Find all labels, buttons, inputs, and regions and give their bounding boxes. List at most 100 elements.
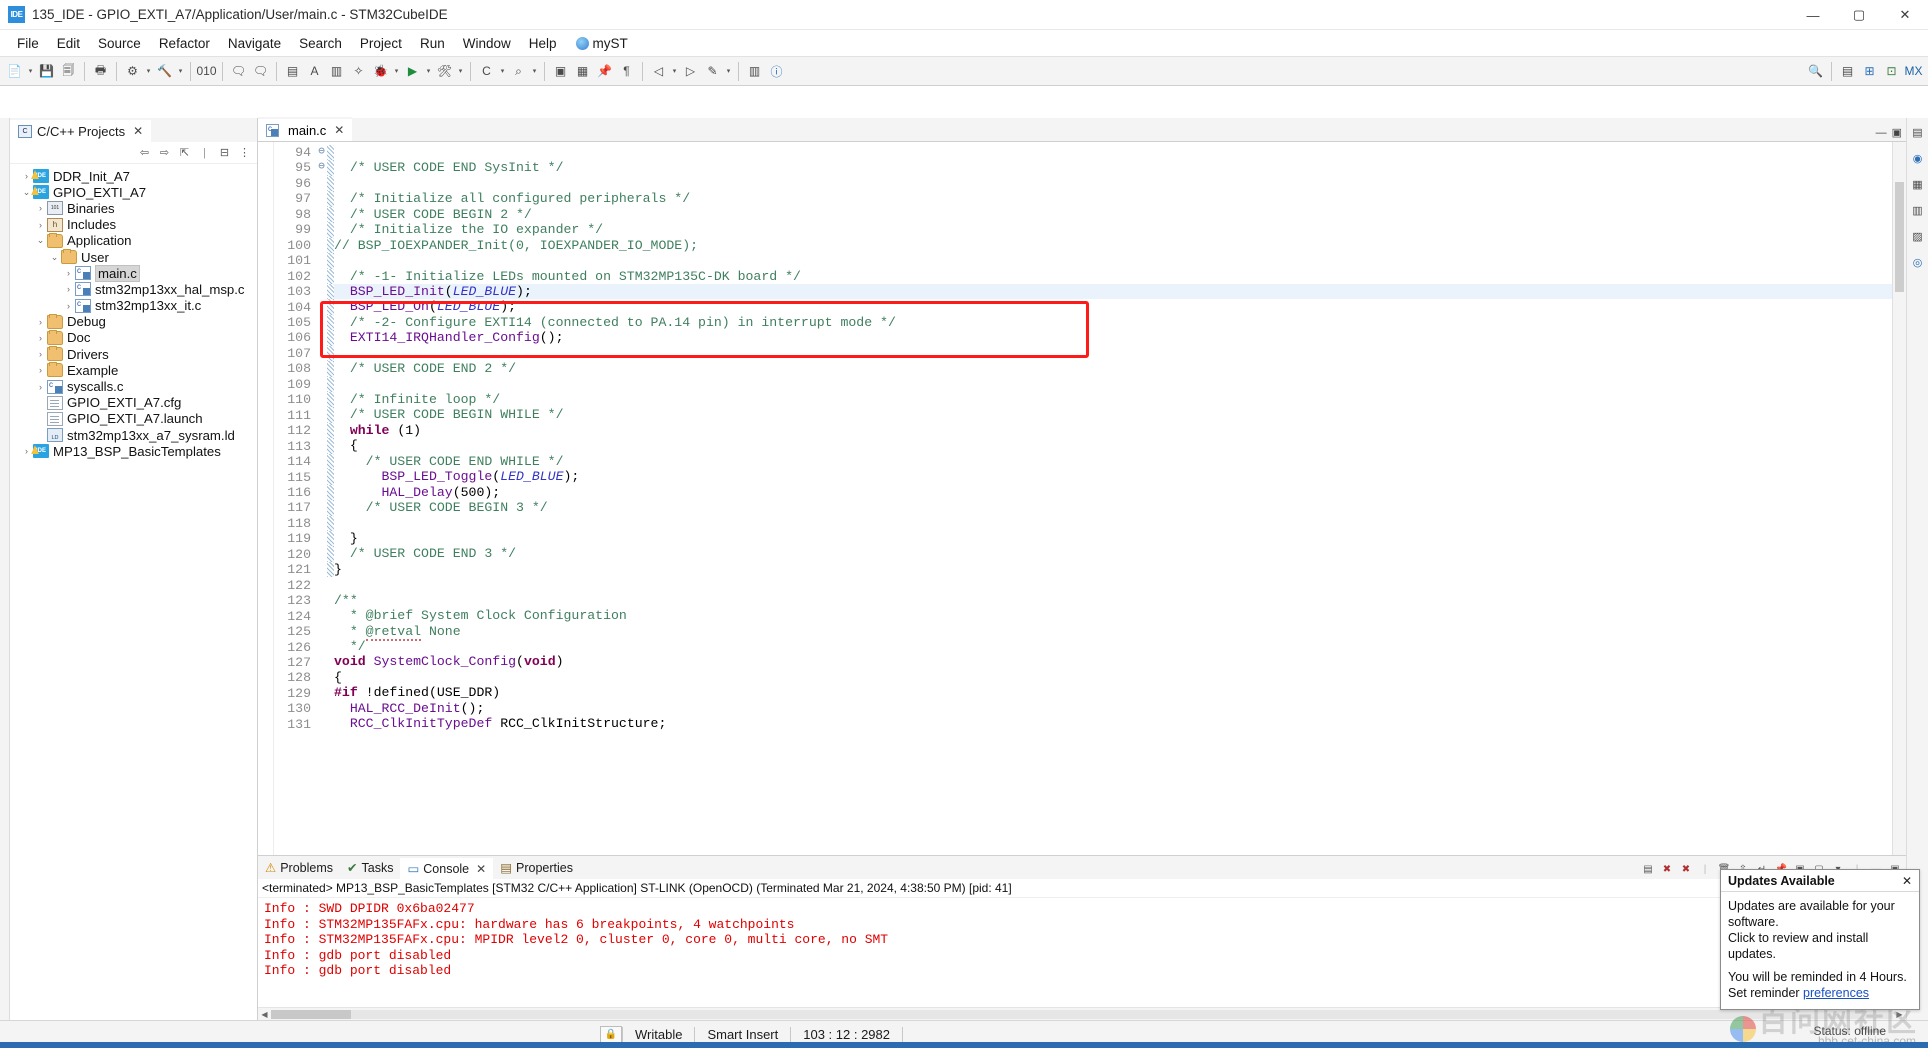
code-line[interactable]: #if !defined(USE_DDR) bbox=[334, 685, 1892, 700]
tree-item-mp13-bsp-basictemplates[interactable]: ›MP13_BSP_BasicTemplates bbox=[10, 443, 257, 459]
tree-item-gpio-exti-a7[interactable]: ⌄GPIO_EXTI_A7 bbox=[10, 184, 257, 200]
tree-item-example[interactable]: ›Example bbox=[10, 362, 257, 378]
tab-c-cpp-projects[interactable]: C C/C++ Projects ✕ bbox=[10, 118, 151, 142]
code-line[interactable]: /* USER CODE END 2 */ bbox=[334, 361, 1892, 376]
menu-source[interactable]: Source bbox=[89, 33, 150, 54]
tab-problems[interactable]: ⚠ Problems bbox=[258, 856, 340, 879]
last-edit-icon[interactable]: ✎ bbox=[702, 60, 723, 82]
pin-icon[interactable]: 📌 bbox=[594, 60, 615, 82]
remove-all-terminated-icon[interactable]: ✖ bbox=[1678, 860, 1694, 878]
forward-nav-icon[interactable]: ▷ bbox=[680, 60, 701, 82]
tree-item-stm32mp13xx-a7-sysram-ld[interactable]: stm32mp13xx_a7_sysram.ld bbox=[10, 427, 257, 443]
code-line[interactable]: EXTI14_IRQHandler_Config(); bbox=[334, 330, 1892, 345]
quick-access-search-icon[interactable]: 🔍 bbox=[1805, 60, 1826, 82]
memory-icon[interactable]: ▦ bbox=[572, 60, 593, 82]
open-perspective-icon[interactable]: ▤ bbox=[1837, 60, 1858, 82]
code-line[interactable]: /* Initialize all configured peripherals… bbox=[334, 191, 1892, 206]
code-line[interactable]: // BSP_IOEXPANDER_Init(0, IOEXPANDER_IO_… bbox=[334, 238, 1892, 253]
menu-window[interactable]: Window bbox=[454, 33, 520, 54]
menu-search[interactable]: Search bbox=[290, 33, 351, 54]
expand-icon[interactable]: › bbox=[62, 301, 75, 311]
new-file-icon[interactable]: 📄 bbox=[4, 60, 25, 82]
back-nav-dropdown-icon[interactable]: ▾ bbox=[670, 60, 679, 82]
external-tools-icon[interactable]: 🛠 bbox=[434, 60, 455, 82]
back-nav-icon[interactable]: ◁ bbox=[648, 60, 669, 82]
info-icon[interactable]: ⓘ bbox=[766, 60, 787, 82]
code-line[interactable] bbox=[334, 145, 1892, 160]
console-output[interactable]: Info : SWD DPIDR 0x6ba02477Info : STM32M… bbox=[258, 898, 1906, 1007]
fold-toggle-icon[interactable]: ⊖ bbox=[316, 145, 327, 160]
code-line[interactable]: /* USER CODE BEGIN WHILE */ bbox=[334, 407, 1892, 422]
close-icon[interactable]: ✕ bbox=[473, 862, 486, 876]
menu-file[interactable]: File bbox=[8, 33, 48, 54]
close-icon[interactable]: ✕ bbox=[331, 123, 344, 137]
maximize-editor-icon[interactable]: ▣ bbox=[1892, 126, 1902, 139]
hammer-build-icon[interactable]: 🔨 bbox=[154, 60, 175, 82]
myst-account-button[interactable]: myST bbox=[566, 36, 628, 51]
preferences-link[interactable]: preferences bbox=[1803, 986, 1869, 1000]
tree-item-ddr-init-a7[interactable]: ›DDR_Init_A7 bbox=[10, 168, 257, 184]
build-targets-icon[interactable]: ◉ bbox=[1909, 150, 1926, 167]
minimize-editor-icon[interactable]: — bbox=[1876, 127, 1887, 139]
debug-icon[interactable]: 🐞 bbox=[370, 60, 391, 82]
tab-main-c[interactable]: main.c ✕ bbox=[258, 117, 352, 141]
code-line[interactable]: /* -2- Configure EXTI14 (connected to PA… bbox=[334, 315, 1892, 330]
tree-item-syscalls-c[interactable]: ›syscalls.c bbox=[10, 378, 257, 394]
close-button[interactable]: ✕ bbox=[1882, 0, 1928, 30]
scrollbar-thumb[interactable] bbox=[271, 1010, 351, 1019]
menu-edit[interactable]: Edit bbox=[48, 33, 89, 54]
comment-icon[interactable]: 🗨 bbox=[228, 60, 249, 82]
run-icon[interactable]: ▶ bbox=[402, 60, 423, 82]
code-line[interactable] bbox=[334, 577, 1892, 592]
tree-item-stm32mp13xx-it-c[interactable]: ›stm32mp13xx_it.c bbox=[10, 298, 257, 314]
code-line[interactable]: /* -1- Initialize LEDs mounted on STM32M… bbox=[334, 269, 1892, 284]
menu-navigate[interactable]: Navigate bbox=[219, 33, 290, 54]
code-line[interactable]: * @brief System Clock Configuration bbox=[334, 608, 1892, 623]
perspective-icon[interactable]: ▣ bbox=[550, 60, 571, 82]
close-icon[interactable]: ✕ bbox=[130, 124, 143, 138]
code-line[interactable]: void SystemClock_Config(void) bbox=[334, 654, 1892, 669]
expand-icon[interactable]: › bbox=[34, 203, 47, 213]
expand-icon[interactable]: › bbox=[34, 220, 47, 230]
code-line[interactable]: { bbox=[334, 438, 1892, 453]
menu-refactor[interactable]: Refactor bbox=[150, 33, 219, 54]
fold-toggle-icon[interactable]: ⊖ bbox=[316, 160, 327, 175]
mark-occurrences-icon[interactable]: A bbox=[304, 60, 325, 82]
last-edit-dropdown-icon[interactable]: ▾ bbox=[724, 60, 733, 82]
expand-icon[interactable]: › bbox=[34, 365, 47, 375]
expand-collapse-icon[interactable]: ⌄ bbox=[20, 187, 33, 198]
code-line[interactable] bbox=[334, 346, 1892, 361]
tree-item-drivers[interactable]: ›Drivers bbox=[10, 346, 257, 362]
code-line[interactable]: } bbox=[334, 531, 1892, 546]
save-icon[interactable]: 💾 bbox=[36, 60, 57, 82]
code-line[interactable]: BSP_LED_Init(LED_BLUE); bbox=[334, 284, 1892, 299]
new-dropdown-icon[interactable]: ▾ bbox=[26, 60, 35, 82]
expand-icon[interactable]: › bbox=[62, 268, 75, 278]
expand-icon[interactable]: › bbox=[34, 349, 47, 359]
collapse-all-icon[interactable]: ⊟ bbox=[216, 144, 233, 161]
updates-available-popup[interactable]: Updates Available ✕ Updates are availabl… bbox=[1720, 869, 1920, 1010]
project-tree[interactable]: ›DDR_Init_A7⌄GPIO_EXTI_A7›Binaries›Inclu… bbox=[10, 164, 257, 1020]
code-line[interactable]: HAL_Delay(500); bbox=[334, 485, 1892, 500]
tab-properties[interactable]: ▤ Properties bbox=[493, 856, 580, 879]
tree-item-gpio-exti-a7-launch[interactable]: GPIO_EXTI_A7.launch bbox=[10, 411, 257, 427]
code-line[interactable]: /* USER CODE END WHILE */ bbox=[334, 454, 1892, 469]
code-line[interactable]: /* USER CODE BEGIN 2 */ bbox=[334, 207, 1892, 222]
search-declaration-icon[interactable]: ⌕ bbox=[508, 60, 529, 82]
tree-item-gpio-exti-a7-cfg[interactable]: GPIO_EXTI_A7.cfg bbox=[10, 395, 257, 411]
folding-ruler[interactable]: ⊖⊖ bbox=[316, 142, 327, 855]
code-line[interactable]: HAL_RCC_DeInit(); bbox=[334, 701, 1892, 716]
open-element-icon[interactable]: ▤ bbox=[282, 60, 303, 82]
code-line[interactable]: /* Infinite loop */ bbox=[334, 392, 1892, 407]
link-with-editor-icon[interactable]: ⇱ bbox=[176, 144, 193, 161]
expand-icon[interactable]: › bbox=[20, 171, 33, 181]
help-view-icon[interactable]: ◎ bbox=[1909, 254, 1926, 271]
back-icon[interactable]: ⇦ bbox=[136, 144, 153, 161]
expand-icon[interactable]: › bbox=[20, 446, 33, 456]
print-icon[interactable]: 🖶 bbox=[90, 60, 111, 82]
run-dropdown-icon[interactable]: ▾ bbox=[424, 60, 433, 82]
tree-item-application[interactable]: ⌄Application bbox=[10, 233, 257, 249]
code-line[interactable]: /* USER CODE BEGIN 3 */ bbox=[334, 500, 1892, 515]
tree-item-doc[interactable]: ›Doc bbox=[10, 330, 257, 346]
code-line[interactable]: /* Initialize the IO expander */ bbox=[334, 222, 1892, 237]
